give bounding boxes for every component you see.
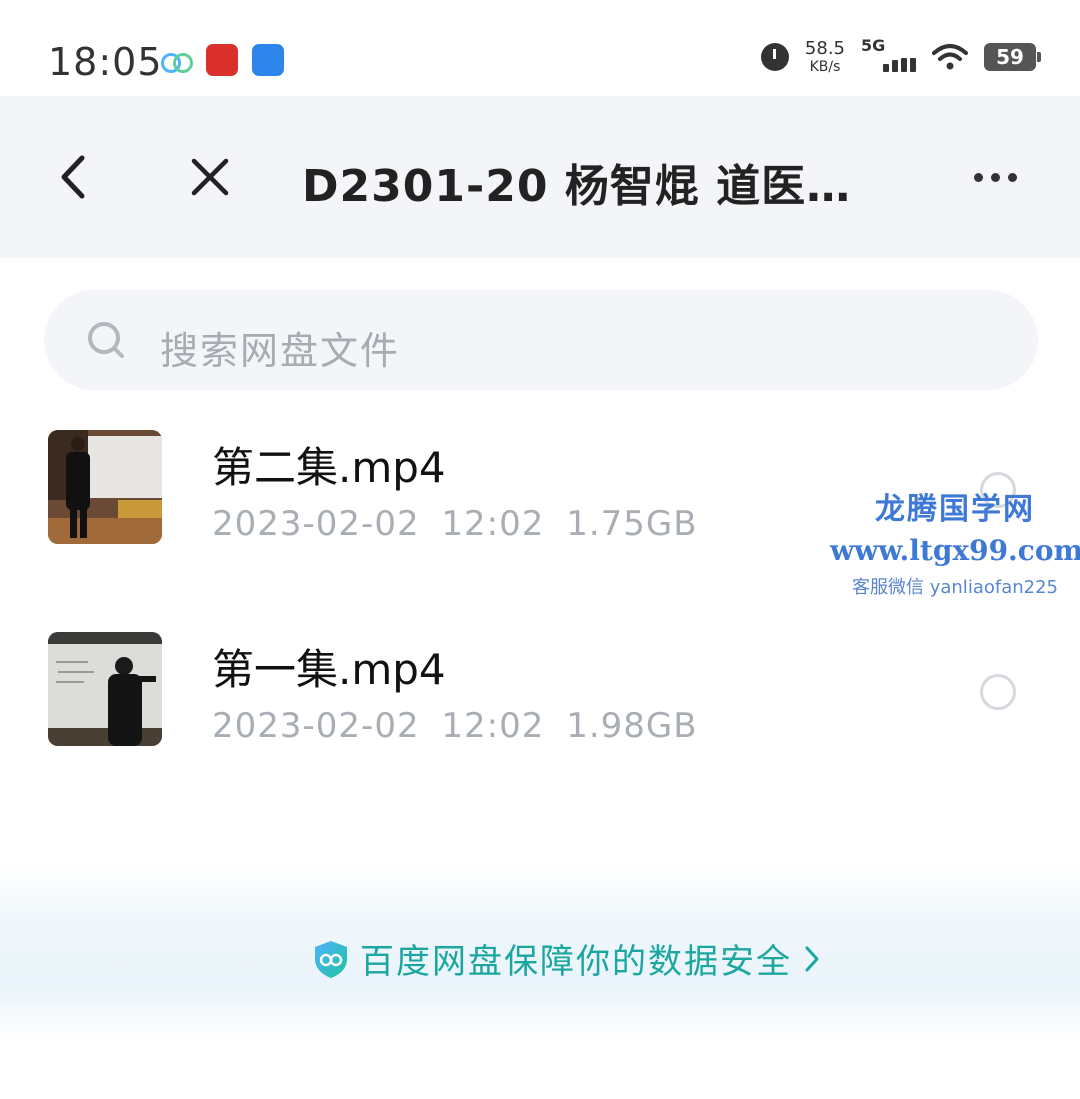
file-name: 第一集.mp4 <box>212 645 446 694</box>
signal-bar <box>901 58 907 72</box>
page-title: D2301-20 杨智焜 道医… <box>302 161 852 212</box>
more-icon-dot <box>990 172 1000 182</box>
close-button[interactable] <box>186 153 234 201</box>
shield-icon <box>315 940 347 978</box>
status-bar: 18:05 58.5 KB/s 5G 59 <box>0 0 1080 96</box>
video-thumbnail <box>48 430 162 544</box>
search-input[interactable]: 搜索网盘文件 <box>44 290 1038 390</box>
notification-icons <box>160 44 284 76</box>
search-placeholder: 搜索网盘文件 <box>160 329 401 373</box>
back-button[interactable] <box>50 151 94 203</box>
security-text: 百度网盘保障你的数据安全 <box>360 942 792 982</box>
net-speed: 58.5 KB/s <box>804 38 845 75</box>
signal-icon: 5G <box>861 36 916 72</box>
select-checkbox[interactable] <box>980 674 1016 710</box>
net-speed-value: 58.5 <box>804 38 845 59</box>
alarm-icon <box>760 43 789 71</box>
blue-app-icon <box>252 44 284 76</box>
list-item[interactable]: 第一集.mp4 2023-02-02 12:02 1.98GB <box>0 616 1080 766</box>
search-icon <box>88 322 124 358</box>
network-type: 5G <box>861 36 886 55</box>
file-name: 第二集.mp4 <box>212 443 446 492</box>
signal-bar <box>910 58 916 72</box>
file-meta: 2023-02-02 12:02 1.75GB <box>212 504 698 544</box>
chevron-right-icon <box>805 946 819 971</box>
chevron-left-icon <box>61 155 85 199</box>
watermark-contact: 客服微信 yanliaofan225 <box>852 577 1058 598</box>
signal-bar <box>883 64 889 72</box>
security-banner[interactable]: 百度网盘保障你的数据安全 <box>312 934 822 983</box>
watermark-url: www.ltgx99.com <box>830 534 1080 567</box>
baidu-netdisk-icon <box>160 44 193 76</box>
more-icon-dot <box>1007 172 1017 182</box>
status-time: 18:05 <box>48 40 163 84</box>
red-app-icon <box>206 44 238 76</box>
signal-bar <box>892 60 898 72</box>
watermark: 龙腾国学网 www.ltgx99.com 客服微信 yanliaofan225 <box>830 484 1080 599</box>
watermark-title: 龙腾国学网 <box>875 492 1035 527</box>
more-button[interactable] <box>966 162 1024 192</box>
header: D2301-20 杨智焜 道医… <box>0 96 1080 258</box>
battery-icon: 59 <box>984 43 1041 71</box>
status-indicators: 58.5 KB/s 5G 59 <box>760 36 1041 75</box>
file-meta: 2023-02-02 12:02 1.98GB <box>212 706 698 746</box>
more-icon <box>973 172 983 182</box>
video-thumbnail <box>48 632 162 746</box>
net-speed-unit: KB/s <box>809 59 841 75</box>
close-icon <box>191 158 229 196</box>
wifi-icon <box>932 43 968 71</box>
